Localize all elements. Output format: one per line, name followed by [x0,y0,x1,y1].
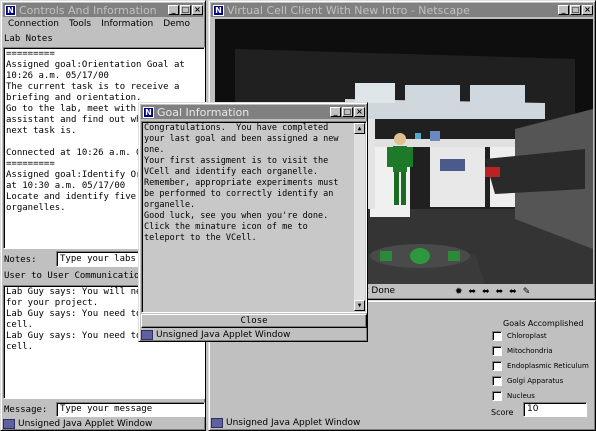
scroll-down-icon[interactable]: ▼ [354,300,365,311]
controls-titlebar[interactable]: N Controls And Information _ □ × [3,3,203,17]
close-button[interactable]: Close [141,314,367,328]
applet-key-icon [211,418,223,428]
goals-heading: Goals Accomplished [503,319,584,328]
netscape-titlebar[interactable]: N Virtual Cell Client With New Intro - N… [211,3,593,17]
goal-dialog-titlebar[interactable]: N Goal Information _ □ × [141,105,365,119]
menu-connection[interactable]: Connection [3,18,64,31]
goal-item-endoplasmic-reticulum[interactable]: Endoplasmic Reticulum [492,361,589,371]
notes-label: Notes: [4,255,37,265]
close-icon[interactable]: × [192,5,203,15]
goal-info-dialog: N Goal Information _ □ × Congratulations… [138,102,368,342]
goal-item-golgi-apparatus[interactable]: Golgi Apparatus [492,376,563,386]
score-label: Score [491,408,514,417]
message-input[interactable]: Type your message [56,402,205,417]
goal-dialog-status-text: Unsigned Java Applet Window [156,330,291,340]
component-bar-icons: ✹⬌⬌⬌⬌✎ [455,287,537,297]
maximize-icon[interactable]: □ [570,5,581,15]
menu-demo[interactable]: Demo [158,18,195,31]
netscape-title: Virtual Cell Client With New Intro - Net… [227,3,470,17]
goal-message-textarea[interactable]: Congratulations. You have completed your… [141,121,367,313]
menu-information[interactable]: Information [96,18,158,31]
controls-status-bar: Unsigned Java Applet Window [3,418,203,430]
checkbox-chloroplast[interactable] [492,331,502,341]
checkbox-mitochondria[interactable] [492,346,502,356]
netscape-status-text: t Done [365,286,396,296]
goal-dialog-status-bar: Unsigned Java Applet Window [141,329,365,341]
netscape-applet-status-text: Unsigned Java Applet Window [226,418,361,428]
message-label: Message: [4,405,48,415]
checkbox-golgi-apparatus[interactable] [492,376,502,386]
controls-status-text: Unsigned Java Applet Window [18,419,153,429]
close-icon[interactable]: × [582,5,593,15]
goal-message-text: Congratulations. You have completed your… [144,123,339,243]
controls-menubar: Connection Tools Information Demo [3,18,203,31]
chat-label: User to User Communication [4,271,145,281]
checkbox-endoplasmic-reticulum[interactable] [492,361,502,371]
maximize-icon[interactable]: □ [342,107,353,117]
close-icon[interactable]: × [354,107,365,117]
netscape-applet-status-bar: Unsigned Java Applet Window [211,417,593,429]
netscape-icon: N [143,106,154,118]
goal-message-scrollbar[interactable]: ▲ ▼ [354,123,365,311]
goal-item-chloroplast[interactable]: Chloroplast [492,331,547,341]
controls-title: Controls And Information [19,3,157,17]
goal-dialog-title: Goal Information [157,105,250,119]
scroll-up-icon[interactable]: ▲ [354,123,365,134]
minimize-icon[interactable]: _ [168,5,179,15]
checkbox-nucleus[interactable] [492,391,502,401]
maximize-icon[interactable]: □ [180,5,191,15]
minimize-icon[interactable]: _ [330,107,341,117]
netscape-icon: N [213,4,224,16]
menu-tools[interactable]: Tools [64,18,96,31]
minimize-icon[interactable]: _ [558,5,569,15]
netscape-icon: N [5,4,16,16]
applet-key-icon [141,330,153,340]
score-field[interactable]: 10 [523,402,587,417]
applet-key-icon [3,419,15,429]
goal-item-nucleus[interactable]: Nucleus [492,391,535,401]
goal-item-mitochondria[interactable]: Mitochondria [492,346,553,356]
lab-notes-label: Lab Notes [4,34,53,44]
